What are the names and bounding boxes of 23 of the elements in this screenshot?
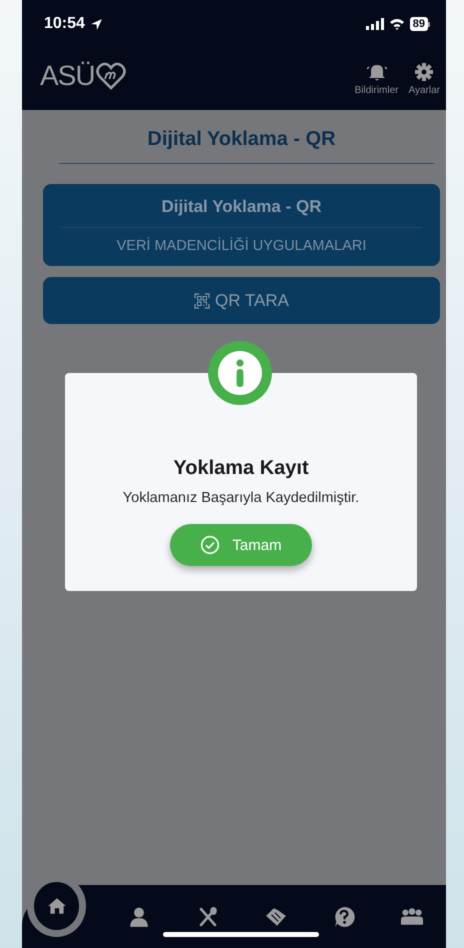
- heart-logo-icon: [96, 62, 126, 90]
- notifications-button[interactable]: Bildirimler: [352, 62, 400, 96]
- card-title: Dijital Yoklama - QR: [160, 197, 322, 217]
- settings-button[interactable]: Ayarlar: [406, 62, 442, 96]
- logo-text: ASÜ: [40, 60, 95, 92]
- qr-scan-icon: [194, 292, 210, 308]
- dialog-message: Yoklamanız Başarıyla Kaydedilmiştir.: [122, 490, 360, 506]
- scan-qr-button[interactable]: QR TARA: [43, 277, 440, 324]
- course-name: VERİ MADENCİLİĞİ UYGULAMALARI: [116, 238, 368, 254]
- utensils-icon: [196, 906, 219, 928]
- clock-time: 10:54: [44, 15, 85, 33]
- bell-icon: [366, 62, 387, 82]
- battery-level: 89: [410, 17, 428, 31]
- location-arrow-icon: [90, 18, 103, 30]
- group-icon: [400, 906, 423, 928]
- page-title: Dijital Yoklama - QR: [146, 128, 337, 151]
- dialog-title: Yoklama Kayıt: [173, 457, 309, 480]
- nav-tab[interactable]: [34, 882, 80, 930]
- wifi-icon: [388, 18, 405, 30]
- signal-icon: [366, 18, 384, 30]
- person-icon: [128, 906, 150, 928]
- help-icon: [332, 906, 355, 928]
- check-circle-icon: [200, 535, 220, 555]
